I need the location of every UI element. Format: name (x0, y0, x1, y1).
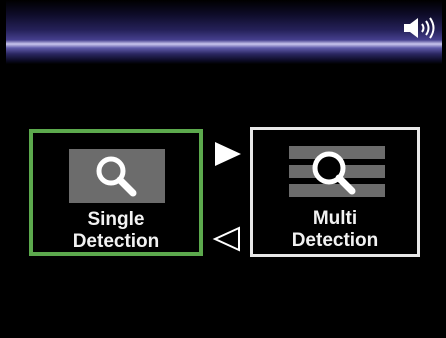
speaker-on-icon (404, 17, 435, 39)
single-detection-label-line1: Single (87, 209, 145, 230)
multi-detection-label-line1: Multi (312, 208, 358, 229)
arrow-right-filled-icon[interactable] (213, 141, 243, 167)
detection-mode-screen: Single Detection Multi Detection (0, 0, 446, 338)
magnifier-icon (69, 149, 165, 203)
multi-detection-button[interactable]: Multi Detection (250, 127, 420, 257)
arrow-left-outline-icon[interactable] (212, 226, 242, 252)
magnifier-multi-list-icon (289, 146, 385, 197)
single-detection-label-line2: Detection (72, 231, 160, 252)
multi-detection-label-line2: Detection (291, 230, 379, 251)
single-detection-button[interactable]: Single Detection (29, 129, 203, 256)
status-bar (6, 0, 442, 64)
